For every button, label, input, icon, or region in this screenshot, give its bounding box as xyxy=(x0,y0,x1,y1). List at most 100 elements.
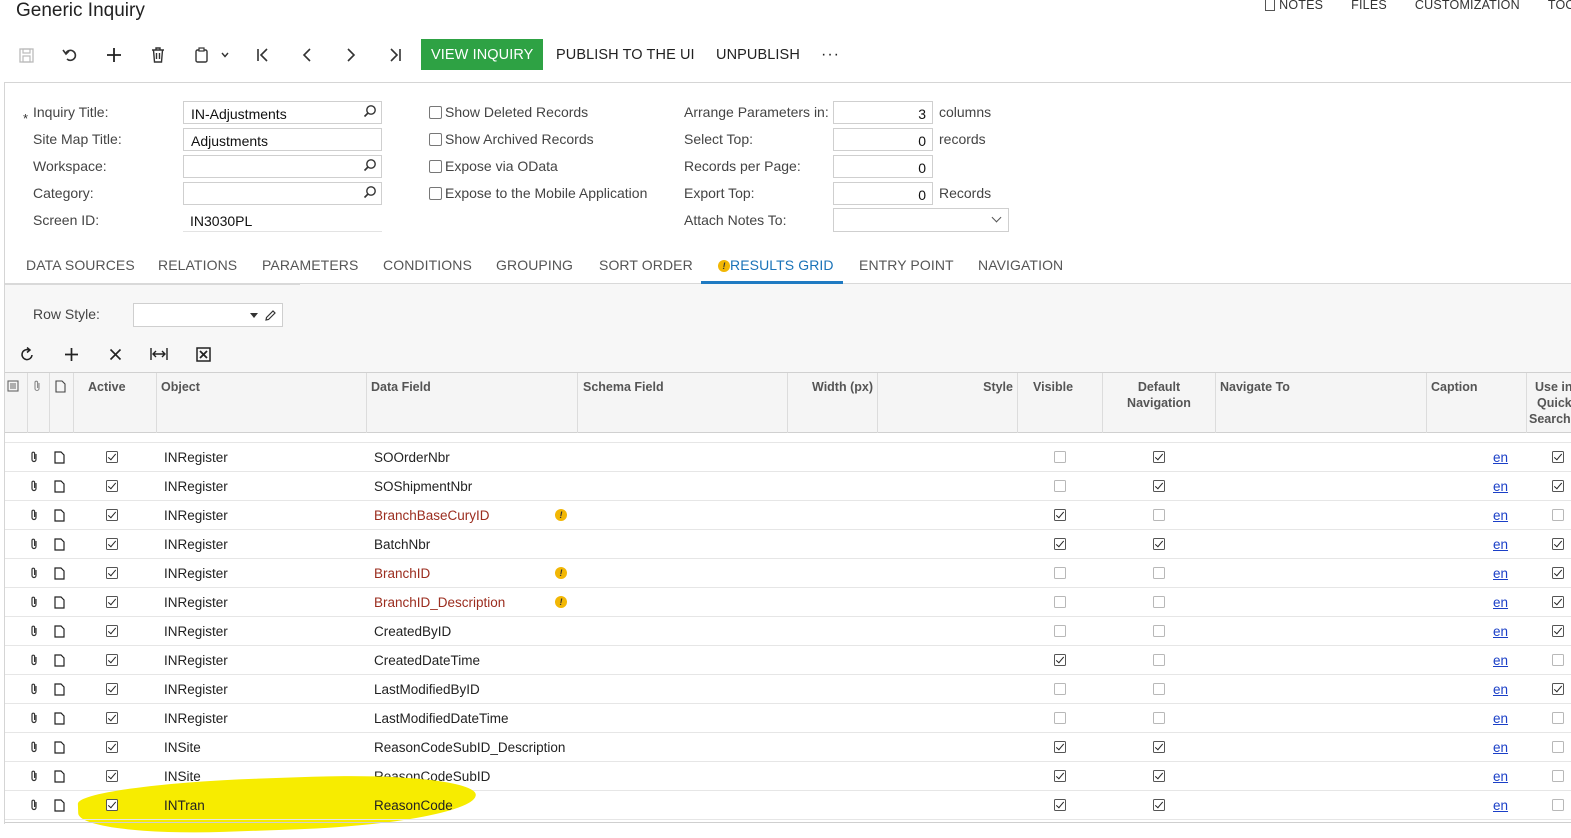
quick-search-column-header[interactable]: Use in Quick Search xyxy=(1526,373,1571,433)
refresh-icon[interactable] xyxy=(16,343,38,365)
quick-search-checkbox[interactable] xyxy=(1552,596,1564,608)
quick-search-checkbox[interactable] xyxy=(1552,712,1564,724)
object-cell[interactable]: INRegister xyxy=(164,472,228,500)
paperclip-icon[interactable] xyxy=(29,704,45,732)
table-row[interactable]: INRegister BranchBaseCuryID! en xyxy=(5,501,1571,530)
visible-checkbox[interactable] xyxy=(1054,480,1066,492)
caption-language-link[interactable]: en xyxy=(1493,711,1508,726)
active-checkbox[interactable] xyxy=(106,567,118,579)
visible-checkbox[interactable] xyxy=(1054,451,1066,463)
table-row[interactable]: INRegister CreatedDateTime en xyxy=(5,646,1571,675)
object-cell[interactable]: INRegister xyxy=(164,646,228,674)
visible-checkbox[interactable] xyxy=(1054,741,1066,753)
active-column-header[interactable]: Active xyxy=(73,373,156,433)
paperclip-icon[interactable] xyxy=(29,617,45,645)
data-field-cell[interactable]: BatchNbr xyxy=(374,530,430,558)
visible-checkbox[interactable] xyxy=(1054,596,1066,608)
paperclip-icon[interactable] xyxy=(29,472,45,500)
export-excel-icon[interactable] xyxy=(192,343,214,365)
show-deleted-checkbox[interactable] xyxy=(429,106,442,119)
visible-checkbox[interactable] xyxy=(1054,509,1066,521)
caption-language-link[interactable]: en xyxy=(1493,537,1508,552)
caption-language-link[interactable]: en xyxy=(1493,508,1508,523)
note-icon[interactable] xyxy=(54,791,70,819)
caption-language-link[interactable]: en xyxy=(1493,769,1508,784)
data-field-cell[interactable]: ReasonCodeSubID_Description xyxy=(374,733,565,761)
default-navigation-checkbox[interactable] xyxy=(1153,770,1165,782)
data-field-cell[interactable]: SOOrderNbr xyxy=(374,443,450,471)
tab-entry-point[interactable]: ENTRY POINT xyxy=(859,257,954,273)
visible-checkbox[interactable] xyxy=(1054,538,1066,550)
add-row-icon[interactable] xyxy=(60,343,82,365)
active-checkbox[interactable] xyxy=(106,683,118,695)
active-checkbox[interactable] xyxy=(106,654,118,666)
table-row[interactable]: INRegister BranchID_Description! en xyxy=(5,588,1571,617)
workspace-field[interactable] xyxy=(183,155,382,178)
object-cell[interactable]: INRegister xyxy=(164,559,228,587)
paperclip-icon[interactable] xyxy=(29,733,45,761)
paperclip-icon[interactable] xyxy=(29,530,45,558)
tab-data-sources[interactable]: DATA SOURCES xyxy=(26,257,135,273)
note-icon[interactable] xyxy=(54,675,70,703)
select-top-field[interactable]: 0 xyxy=(833,128,933,151)
object-cell[interactable]: INRegister xyxy=(164,675,228,703)
records-per-page-field[interactable]: 0 xyxy=(833,155,933,178)
table-row[interactable]: INRegister LastModifiedByID en xyxy=(5,675,1571,704)
tools-link[interactable]: TOOLS xyxy=(1548,0,1571,12)
paperclip-icon[interactable] xyxy=(29,646,45,674)
object-cell[interactable]: INSite xyxy=(164,733,201,761)
data-field-cell[interactable]: ReasonCode xyxy=(374,791,453,819)
quick-search-checkbox[interactable] xyxy=(1552,770,1564,782)
expose-mobile-checkbox[interactable] xyxy=(429,187,442,200)
data-field-cell[interactable]: BranchBaseCuryID xyxy=(374,501,490,529)
delete-icon[interactable] xyxy=(143,38,173,72)
delete-row-icon[interactable] xyxy=(104,343,126,365)
visible-checkbox[interactable] xyxy=(1054,799,1066,811)
unpublish-button[interactable]: UNPUBLISH xyxy=(716,38,800,72)
view-inquiry-button[interactable]: VIEW INQUIRY xyxy=(421,39,544,70)
site-map-title-field[interactable]: Adjustments xyxy=(183,128,382,151)
default-navigation-column-header[interactable]: Default Navigation xyxy=(1102,373,1215,433)
notes-link[interactable]: NOTES xyxy=(1265,0,1323,12)
note-icon[interactable] xyxy=(54,443,70,471)
last-record-icon[interactable] xyxy=(380,38,410,72)
note-icon[interactable] xyxy=(54,646,70,674)
first-record-icon[interactable] xyxy=(248,38,278,72)
arrange-parameters-field[interactable]: 3 xyxy=(833,101,933,124)
files-link[interactable]: FILES xyxy=(1351,0,1387,12)
undo-icon[interactable] xyxy=(55,38,85,72)
visible-checkbox[interactable] xyxy=(1054,712,1066,724)
object-cell[interactable]: INTran xyxy=(164,791,205,819)
tab-parameters[interactable]: PARAMETERS xyxy=(262,257,358,273)
paperclip-icon[interactable] xyxy=(29,501,45,529)
active-checkbox[interactable] xyxy=(106,451,118,463)
active-checkbox[interactable] xyxy=(106,480,118,492)
publish-button[interactable]: PUBLISH TO THE UI xyxy=(556,38,695,72)
active-checkbox[interactable] xyxy=(106,741,118,753)
tab-sort-order[interactable]: SORT ORDER xyxy=(599,257,693,273)
paperclip-icon[interactable] xyxy=(29,791,45,819)
default-navigation-checkbox[interactable] xyxy=(1153,567,1165,579)
pencil-icon[interactable] xyxy=(264,309,277,322)
expose-odata-checkbox[interactable] xyxy=(429,160,442,173)
default-navigation-checkbox[interactable] xyxy=(1153,654,1165,666)
default-navigation-checkbox[interactable] xyxy=(1153,480,1165,492)
paperclip-icon[interactable] xyxy=(29,762,45,790)
row-style-select[interactable] xyxy=(133,303,283,327)
visible-checkbox[interactable] xyxy=(1054,654,1066,666)
note-icon[interactable] xyxy=(54,762,70,790)
quick-search-checkbox[interactable] xyxy=(1552,480,1564,492)
tab-relations[interactable]: RELATIONS xyxy=(158,257,237,273)
caption-column-header[interactable]: Caption xyxy=(1426,373,1526,433)
note-icon[interactable] xyxy=(54,704,70,732)
caption-language-link[interactable]: en xyxy=(1493,595,1508,610)
category-field[interactable] xyxy=(183,182,382,205)
width-column-header[interactable]: Width (px) xyxy=(787,373,877,433)
chevron-down-icon[interactable] xyxy=(212,38,238,72)
note-icon[interactable] xyxy=(54,617,70,645)
default-navigation-checkbox[interactable] xyxy=(1153,596,1165,608)
previous-record-icon[interactable] xyxy=(292,38,322,72)
table-row[interactable]: INRegister LastModifiedDateTime en xyxy=(5,704,1571,733)
active-checkbox[interactable] xyxy=(106,538,118,550)
tab-grouping[interactable]: GROUPING xyxy=(496,257,573,273)
